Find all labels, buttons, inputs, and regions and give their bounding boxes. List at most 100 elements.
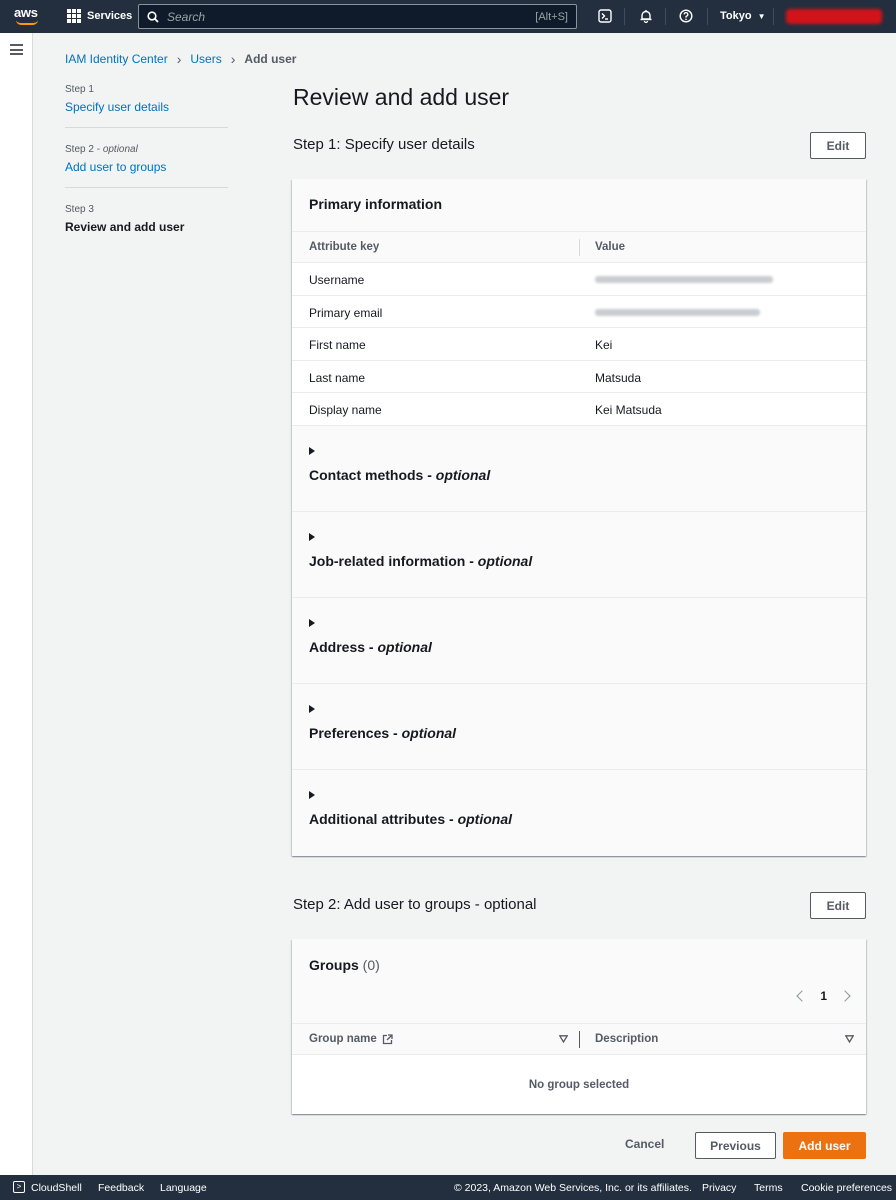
caret-right-icon: [309, 704, 315, 713]
cloudshell-icon[interactable]: >: [13, 1181, 25, 1193]
nav-divider: [773, 8, 774, 25]
column-description[interactable]: Description: [595, 1033, 658, 1045]
wizard-step-2: Step 2 - optional Add user to groups: [65, 144, 228, 188]
caret-right-icon: [309, 532, 315, 541]
footer-feedback-link[interactable]: Feedback: [98, 1182, 144, 1194]
redacted-username: [595, 276, 773, 283]
attribute-table-header: Attribute key Value: [292, 232, 866, 263]
step-current-review-and-add-user: Review and add user: [65, 220, 185, 234]
footer: > CloudShell Feedback Language © 2023, A…: [0, 1175, 896, 1200]
footer-terms-link[interactable]: Terms: [754, 1182, 783, 1194]
previous-button[interactable]: Previous: [695, 1132, 776, 1159]
expander-title: Preferences - optional: [309, 724, 457, 741]
footer-language-link[interactable]: Language: [160, 1182, 207, 1194]
add-user-button[interactable]: Add user: [783, 1132, 866, 1159]
expander-contact-methods[interactable]: Contact methods - optional: [292, 425, 866, 512]
attribute-row-display-name: Display name Kei Matsuda: [292, 393, 866, 426]
breadcrumb: IAM Identity Center › Users › Add user: [65, 51, 296, 67]
nav-divider: [665, 8, 666, 25]
expander-title: Contact methods - optional: [309, 466, 491, 483]
footer-copyright: © 2023, Amazon Web Services, Inc. or its…: [454, 1182, 692, 1194]
expander-preferences[interactable]: Preferences - optional: [292, 683, 866, 770]
grid-icon: [67, 9, 81, 23]
region-label: Tokyo: [720, 10, 752, 22]
attribute-value: Kei: [595, 338, 613, 352]
step-number: Step 3: [65, 204, 94, 215]
attribute-row-last-name: Last name Matsuda: [292, 361, 866, 393]
footer-cloudshell-link[interactable]: CloudShell: [31, 1182, 82, 1194]
groups-title: Groups (0): [309, 957, 380, 973]
help-icon[interactable]: [678, 8, 694, 24]
column-value: Value: [595, 241, 626, 253]
column-divider[interactable]: [579, 1031, 580, 1048]
attribute-key: Username: [309, 273, 365, 287]
attribute-row-username: Username: [292, 263, 866, 296]
groups-table-header: Group name Description: [292, 1024, 866, 1055]
bell-icon[interactable]: [638, 8, 654, 24]
chevron-right-icon: ›: [176, 51, 182, 67]
chevron-left-icon[interactable]: [796, 990, 808, 1002]
breadcrumb-current: Add user: [244, 52, 297, 66]
redacted-email: [595, 308, 760, 316]
step-link-add-user-to-groups[interactable]: Add user to groups: [65, 160, 228, 174]
section-title-step-2: Step 2: Add user to groups - optional: [293, 896, 537, 913]
side-navigation-rail: [0, 33, 33, 1175]
pagination: 1: [796, 989, 851, 1003]
attribute-key: Display name: [309, 403, 382, 417]
services-label: Services: [87, 10, 133, 22]
caret-right-icon: [309, 446, 315, 455]
attribute-row-first-name: First name Kei: [292, 328, 866, 361]
services-menu-button[interactable]: Services: [67, 9, 132, 23]
cancel-button[interactable]: Cancel: [625, 1137, 664, 1151]
column-attribute-key: Attribute key: [309, 241, 380, 253]
column-group-name[interactable]: Group name: [309, 1033, 393, 1045]
footer-privacy-link[interactable]: Privacy: [702, 1182, 736, 1194]
nav-divider: [707, 8, 708, 25]
search-placeholder: Search: [167, 9, 206, 24]
expander-title: Address - optional: [309, 638, 432, 655]
caret-right-icon: [309, 790, 315, 799]
breadcrumb-iam-identity-center[interactable]: IAM Identity Center: [65, 52, 168, 66]
chevron-right-icon: ›: [230, 51, 236, 67]
section-title-step-1: Step 1: Specify user details: [293, 136, 475, 153]
search-icon: [147, 10, 159, 23]
groups-count: (0): [362, 957, 380, 973]
groups-header: Groups (0) 1: [292, 939, 866, 1024]
nav-divider: [624, 8, 625, 25]
chevron-right-icon[interactable]: [839, 990, 851, 1002]
primary-information-panel: Primary information Attribute key Value …: [292, 179, 866, 856]
sort-icon[interactable]: [845, 1035, 854, 1043]
search-input[interactable]: Search [Alt+S]: [138, 4, 577, 29]
caret-right-icon: [309, 618, 315, 627]
wizard-steps: Step 1 Specify user details Step 2 - opt…: [65, 84, 228, 263]
panel-title: Primary information: [292, 179, 866, 232]
account-menu[interactable]: [786, 9, 882, 24]
attribute-value: Kei Matsuda: [595, 403, 662, 417]
sort-icon[interactable]: [559, 1035, 568, 1043]
edit-step-1-button[interactable]: Edit: [810, 132, 866, 159]
expander-additional-attributes[interactable]: Additional attributes - optional: [292, 769, 866, 856]
page-number[interactable]: 1: [820, 989, 827, 1003]
attribute-row-primary-email: Primary email: [292, 296, 866, 328]
menu-icon[interactable]: [10, 44, 23, 55]
breadcrumb-users[interactable]: Users: [190, 52, 221, 66]
aws-logo[interactable]: aws: [14, 5, 42, 27]
caret-down-icon: ▼: [757, 12, 766, 21]
expander-title: Additional attributes - optional: [309, 810, 512, 827]
cloudshell-icon[interactable]: [597, 8, 613, 24]
wizard-step-1: Step 1 Specify user details: [65, 84, 228, 128]
attribute-key: Primary email: [309, 305, 383, 320]
footer-cookie-preferences-link[interactable]: Cookie preferences: [801, 1182, 892, 1194]
expander-job-related-information[interactable]: Job-related information - optional: [292, 511, 866, 598]
edit-step-2-button[interactable]: Edit: [810, 892, 866, 919]
top-navigation: aws Services Search [Alt+S] Tokyo ▼: [0, 0, 896, 33]
region-selector[interactable]: Tokyo ▼: [720, 10, 766, 22]
step-link-specify-user-details[interactable]: Specify user details: [65, 100, 228, 114]
groups-panel: Groups (0) 1 Group name Description No g…: [292, 939, 866, 1114]
aws-smile-icon: [16, 20, 38, 25]
step-number: Step 2 - optional: [65, 144, 138, 155]
external-link-icon: [382, 1033, 393, 1044]
expander-address[interactable]: Address - optional: [292, 597, 866, 684]
page-title: Review and add user: [293, 84, 510, 110]
attribute-value: Matsuda: [595, 370, 642, 385]
